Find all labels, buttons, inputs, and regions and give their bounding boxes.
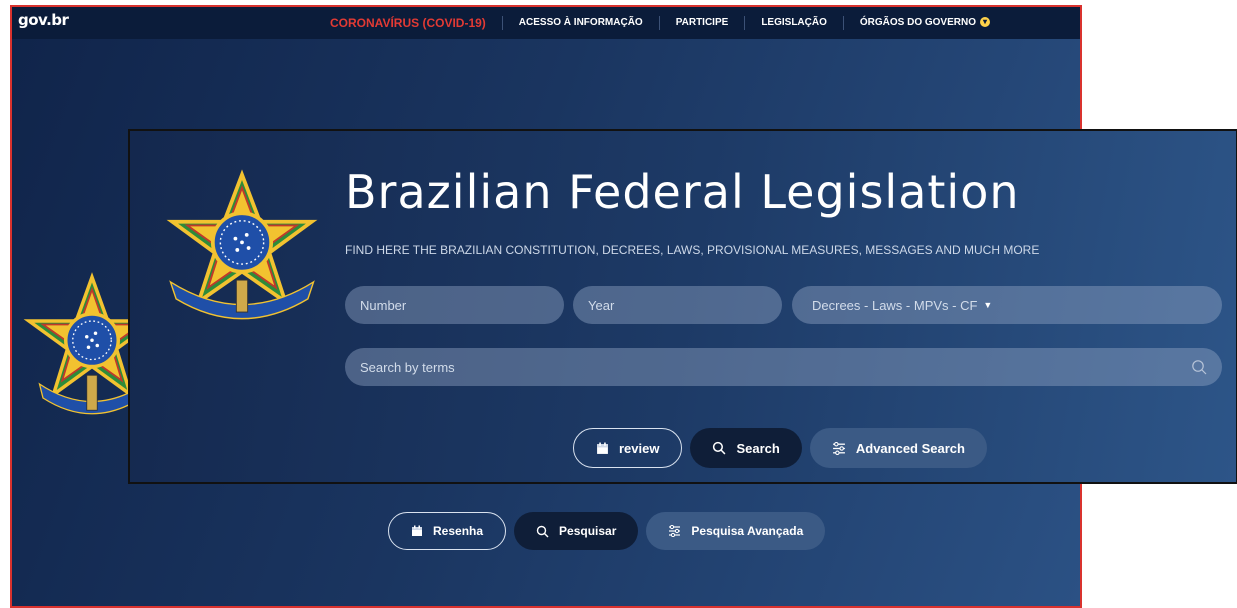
page-subtitle: FIND HERE THE BRAZILIAN CONSTITUTION, DE… — [345, 243, 1040, 257]
govbr-logo[interactable]: gov.br — [18, 11, 69, 29]
caret-down-icon: ▼ — [983, 300, 993, 310]
nav-item-acesso-informacao[interactable]: ACESSO À INFORMAÇÃO — [501, 16, 659, 30]
pesquisa-avancada-button[interactable]: Pesquisa Avançada — [646, 512, 826, 550]
nav-item-coronavirus[interactable]: CORONAVÍRUS (COVID-19) — [330, 16, 502, 30]
page-title: Brazilian Federal Legislation — [345, 165, 1020, 219]
review-button[interactable]: review — [573, 428, 683, 468]
resenha-label: Resenha — [433, 524, 484, 538]
search-icon — [713, 441, 726, 455]
review-label: review — [619, 440, 660, 456]
legislation-type-select[interactable]: Decrees - Laws - MPVs - CF ▼ — [792, 286, 1222, 324]
calendar-icon — [412, 525, 422, 536]
year-input[interactable]: Year — [573, 286, 782, 324]
nav-item-participe[interactable]: PARTICIPE — [658, 16, 745, 30]
nav-item-orgaos-label: ÓRGÃOS DO GOVERNO — [859, 17, 976, 28]
search-terms-placeholder: Search by terms — [360, 359, 455, 375]
year-placeholder: Year — [588, 297, 615, 313]
chevron-down-icon: ▾ — [980, 17, 990, 28]
front-action-buttons: review Search Advanced Search — [573, 428, 987, 468]
pesquisa-avancada-label: Pesquisa Avançada — [691, 524, 804, 538]
back-action-buttons: Resenha Pesquisar Pesquisa Avançada — [388, 512, 826, 550]
search-label: Search — [736, 440, 780, 456]
sliders-icon — [669, 525, 681, 537]
top-navbar: gov.br CORONAVÍRUS (COVID-19) ACESSO À I… — [12, 7, 1080, 39]
coat-of-arms-icon — [166, 169, 318, 320]
legislation-type-value: Decrees - Laws - MPVs - CF — [812, 297, 978, 313]
nav-item-legislacao[interactable]: LEGISLAÇÃO — [744, 16, 843, 30]
resenha-button[interactable]: Resenha — [388, 512, 507, 550]
number-placeholder: Number — [360, 297, 407, 313]
nav-item-orgaos-governo[interactable]: ÓRGÃOS DO GOVERNO ▾ — [842, 16, 1006, 30]
search-icon[interactable] — [1191, 359, 1207, 375]
search-button[interactable]: Search — [690, 428, 802, 468]
search-terms-input[interactable]: Search by terms — [345, 348, 1222, 386]
foreground-browser-window: Brazilian Federal Legislation FIND HERE … — [128, 129, 1237, 484]
sliders-icon — [832, 441, 845, 455]
search-icon — [536, 525, 549, 537]
advanced-search-label: Advanced Search — [855, 440, 965, 456]
nav-menu: CORONAVÍRUS (COVID-19) ACESSO À INFORMAÇ… — [330, 7, 1006, 39]
calendar-icon — [597, 442, 608, 454]
pesquisar-label: Pesquisar — [559, 524, 617, 538]
pesquisar-button[interactable]: Pesquisar — [514, 512, 639, 550]
number-input[interactable]: Number — [345, 286, 564, 324]
advanced-search-button[interactable]: Advanced Search — [809, 428, 987, 468]
